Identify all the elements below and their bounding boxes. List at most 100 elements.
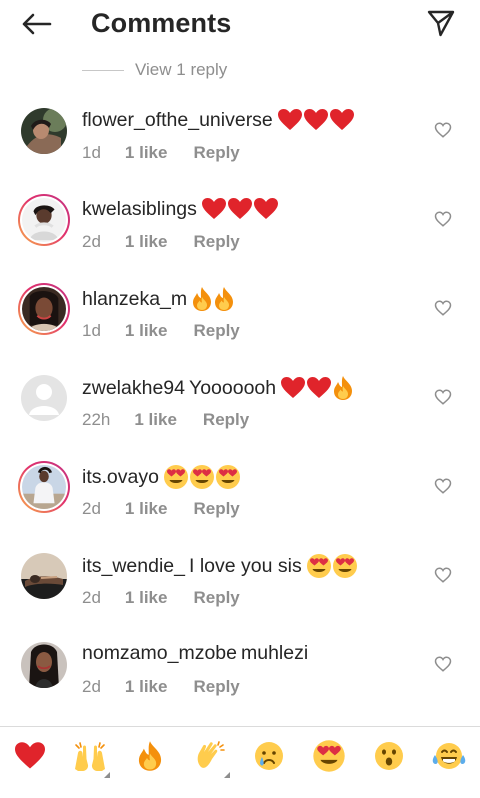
avatar[interactable] (18, 639, 70, 691)
like-comment-button[interactable] (434, 388, 452, 406)
comment-likes[interactable]: 1 like (125, 499, 168, 519)
heart-eyes-reaction-button[interactable] (309, 736, 349, 780)
avatar[interactable] (18, 194, 70, 246)
red-heart-emoji (280, 376, 306, 400)
comment-likes[interactable]: 1 like (134, 410, 177, 430)
share-button[interactable] (424, 6, 458, 40)
comment-time: 2d (82, 677, 101, 696)
raising-hands-reaction-button[interactable] (70, 736, 110, 780)
heart-eyes-emoji (332, 553, 358, 579)
heart-outline-icon (434, 300, 452, 316)
comment-body: its_wendie_ I love you sis (82, 553, 358, 579)
reply-thread-line (82, 69, 124, 71)
comment-row: nomzamo_mzobe muhlezi 2d 1 like Reply (0, 621, 480, 710)
comment-username[interactable]: zwelakhe94 (82, 377, 185, 400)
comment-username[interactable]: nomzamo_mzobe (82, 642, 237, 665)
reply-button[interactable]: Reply (193, 588, 239, 608)
heart-eyes-icon (312, 739, 346, 778)
view-replies-button[interactable]: View 1 reply (82, 60, 227, 80)
red-heart-icon (13, 741, 47, 776)
reply-button[interactable]: Reply (193, 677, 239, 697)
reply-button[interactable]: Reply (193, 499, 239, 519)
comment-time: 22h (82, 410, 111, 429)
comment-body: hlanzeka_m (82, 286, 235, 312)
fire-reaction-button[interactable] (130, 736, 170, 780)
like-comment-button[interactable] (434, 655, 452, 673)
comment-row: kwelasiblings 2d 1 like Reply (0, 176, 480, 265)
comment-time: 1d (82, 143, 101, 162)
avatar[interactable] (18, 372, 70, 424)
avatar[interactable] (18, 550, 70, 602)
comment-meta: 2d 1 like Reply (82, 499, 240, 519)
comment-body: its.ovayo (82, 464, 241, 490)
comment-meta: 1d 1 like Reply (82, 143, 240, 163)
like-comment-button[interactable] (434, 477, 452, 495)
raising-hands-icon (72, 739, 108, 778)
comment-username[interactable]: its.ovayo (82, 466, 159, 489)
page-title: Comments (91, 8, 232, 38)
comment-text: I love you sis (188, 554, 302, 577)
avatar[interactable] (18, 105, 70, 157)
surprised-face-reaction-button[interactable] (369, 736, 409, 780)
comment-meta: 2d 1 like Reply (82, 232, 240, 252)
comments-list: flower_ofthe_universe 1d 1 like Reply kwelas… (0, 87, 480, 710)
comment-body: kwelasiblings (82, 197, 279, 221)
heart-outline-icon (434, 389, 452, 405)
like-comment-button[interactable] (434, 299, 452, 317)
avatar[interactable] (18, 283, 70, 335)
comment-row: its.ovayo 2d 1 like Reply (0, 443, 480, 532)
back-arrow-icon (22, 13, 52, 35)
heart-outline-icon (434, 211, 452, 227)
header: Comments (0, 0, 480, 50)
view-replies-label: View 1 reply (135, 60, 228, 79)
comment-likes[interactable]: 1 like (125, 232, 168, 252)
avatar[interactable] (18, 461, 70, 513)
comment-likes[interactable]: 1 like (125, 321, 168, 341)
comment-likes[interactable]: 1 like (125, 143, 168, 163)
like-comment-button[interactable] (434, 121, 452, 139)
red-heart-emoji (227, 197, 253, 221)
crying-face-reaction-button[interactable] (249, 736, 289, 780)
comment-meta: 1d 1 like Reply (82, 321, 240, 341)
red-heart-emoji (306, 376, 332, 400)
comment-likes[interactable]: 1 like (125, 677, 168, 697)
comment-username[interactable]: hlanzeka_m (82, 288, 187, 311)
paper-plane-icon (427, 10, 455, 37)
clapping-hands-reaction-button[interactable] (190, 736, 230, 780)
comment-time: 2d (82, 588, 101, 607)
heart-eyes-emoji (189, 464, 215, 490)
like-comment-button[interactable] (434, 210, 452, 228)
comment-body: flower_ofthe_universe (82, 108, 355, 132)
heart-outline-icon (434, 567, 452, 583)
fire-emoji (191, 286, 213, 312)
skin-tone-indicator (224, 772, 230, 778)
comment-body: nomzamo_mzobe muhlezi (82, 642, 312, 665)
heart-outline-icon (434, 656, 452, 672)
comment-username[interactable]: kwelasiblings (82, 198, 197, 221)
fire-icon (136, 740, 164, 777)
comment-username[interactable]: its_wendie_ (82, 555, 185, 578)
comment-likes[interactable]: 1 like (125, 588, 168, 608)
red-heart-emoji (303, 108, 329, 132)
reply-button[interactable]: Reply (193, 143, 239, 163)
comment-meta: 2d 1 like Reply (82, 677, 240, 697)
red-heart-emoji (329, 108, 355, 132)
red-heart-reaction-button[interactable] (10, 736, 50, 780)
comment-text: Yooooooh (188, 376, 277, 399)
heart-eyes-emoji (215, 464, 241, 490)
comment-row: its_wendie_ I love you sis 2d 1 like Reply (0, 532, 480, 621)
fire-emoji (332, 375, 354, 401)
skin-tone-indicator (104, 772, 110, 778)
reply-button[interactable]: Reply (193, 321, 239, 341)
red-heart-emoji (277, 108, 303, 132)
like-comment-button[interactable] (434, 566, 452, 584)
comment-username[interactable]: flower_ofthe_universe (82, 109, 273, 132)
reply-button[interactable]: Reply (193, 232, 239, 252)
comment-time: 2d (82, 232, 101, 251)
surprised-face-icon (373, 740, 405, 777)
tears-of-joy-reaction-button[interactable] (429, 736, 469, 780)
fire-emoji (213, 286, 235, 312)
reply-button[interactable]: Reply (203, 410, 249, 430)
heart-outline-icon (434, 122, 452, 138)
back-button[interactable] (18, 8, 54, 40)
